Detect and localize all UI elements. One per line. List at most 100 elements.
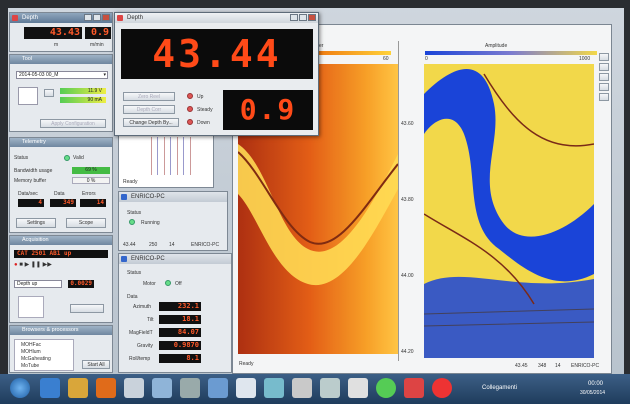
- taskbar-app-icon[interactable]: [404, 378, 424, 398]
- motor-value: Off: [175, 281, 182, 287]
- tray-date[interactable]: 30/05/2014: [580, 390, 605, 396]
- zero-reel-button[interactable]: Zero Reel: [123, 92, 175, 101]
- enrico-status-titlebar[interactable]: ENRICO-PC: [119, 192, 227, 202]
- tray-time[interactable]: 00:00: [588, 381, 603, 387]
- taskbar-app-icon[interactable]: [376, 378, 396, 398]
- depth-corr-button[interactable]: Depth Corr: [123, 105, 175, 114]
- azimuth-label: Azimuth: [133, 304, 152, 310]
- bandwidth-label: Bandwidth usage: [14, 168, 53, 174]
- motor-label: Motor: [143, 281, 156, 287]
- up-indicator: [187, 93, 193, 99]
- minimize-button[interactable]: [84, 14, 92, 21]
- taskbar-app-icon[interactable]: [292, 378, 312, 398]
- browser-item[interactable]: MoTube: [21, 363, 39, 369]
- change-depth-button[interactable]: Change Depth By...: [123, 118, 179, 127]
- zoom-in-icon[interactable]: [599, 53, 609, 61]
- maximize-button[interactable]: [299, 14, 307, 21]
- tool-select[interactable]: 2014-05-03 00_M ▾: [16, 71, 108, 79]
- taskbar-app-icon[interactable]: [432, 378, 452, 398]
- right-scale-max: 1000: [579, 56, 591, 62]
- browser-item[interactable]: MOHFac: [21, 342, 41, 348]
- taskbar-app-icon[interactable]: [264, 378, 284, 398]
- taskbar-app-icon[interactable]: [152, 378, 172, 398]
- col-header-datasec: Data/sec: [18, 191, 38, 197]
- close-button[interactable]: [102, 14, 110, 21]
- telemetry-status-led: [64, 155, 70, 161]
- taskbar-ie-icon[interactable]: [40, 378, 60, 398]
- tilt-value: 18.1: [159, 315, 201, 324]
- telemetry-settings-button[interactable]: Settings: [16, 218, 56, 228]
- sensor-data-title: ENRICO-PC: [131, 256, 165, 262]
- sensor-data-label: Data: [127, 294, 138, 300]
- sensor-data-titlebar[interactable]: ENRICO-PC: [119, 254, 231, 264]
- taskbar-media-icon[interactable]: [96, 378, 116, 398]
- enrico-status-label: Status: [127, 210, 142, 216]
- taskbar-app-icon[interactable]: [348, 378, 368, 398]
- enrico-footer-depth: 43.44: [123, 242, 136, 248]
- monitor-bezel-top: [0, 0, 630, 8]
- close-button[interactable]: [308, 14, 316, 21]
- depth-mini-titlebar[interactable]: Depth: [10, 13, 112, 23]
- export-icon[interactable]: [599, 93, 609, 101]
- tool-power-button[interactable]: [44, 89, 54, 97]
- screen: Depth 43.43 0.9 m m/min Tool 2014-05-03 …: [0, 0, 630, 404]
- enrico-footer-count: 250: [149, 242, 158, 248]
- telemetry-panel: Telemetry Status Valid Bandwidth usage 6…: [9, 137, 113, 233]
- browsers-title: Browsers & processors: [22, 327, 79, 333]
- stop-icon[interactable]: ■: [19, 262, 23, 268]
- plot-footer-count: 348: [538, 363, 547, 369]
- memory-bar: 0 %: [72, 177, 110, 184]
- memory-label: Memory buffer: [14, 178, 47, 184]
- browsers-start-all-button[interactable]: Start All: [82, 360, 110, 369]
- depth-window-titlebar[interactable]: Depth: [115, 13, 318, 23]
- taskbar-app-icon[interactable]: [124, 378, 144, 398]
- acquisition-mode-select[interactable]: Depth up: [14, 280, 62, 288]
- taskbar-explorer-icon[interactable]: [68, 378, 88, 398]
- plot-footer-errors: 14: [555, 363, 561, 369]
- plot-status: Ready: [239, 361, 254, 367]
- minimize-button[interactable]: [290, 14, 298, 21]
- acquisition-step-value: 0.0029: [68, 280, 94, 288]
- telemetry-scope-button[interactable]: Scope: [66, 218, 106, 228]
- telemetry-status-value: Valid: [73, 155, 84, 161]
- voltage-gauge: 11.9 V: [60, 88, 106, 94]
- apply-configuration-button[interactable]: Apply Configuration: [40, 119, 106, 128]
- acquisition-title: Acquisition: [22, 237, 49, 243]
- taskbar-app-icon[interactable]: [236, 378, 256, 398]
- skip-icon[interactable]: ▶▶: [43, 262, 52, 268]
- tool-section-header[interactable]: Tool: [10, 55, 112, 64]
- speed-display: 0.9: [223, 90, 313, 130]
- magfield-label: MagFieldT: [129, 330, 153, 336]
- depth-tick: 44.00: [401, 273, 414, 279]
- play-icon[interactable]: ▶: [25, 262, 30, 268]
- transport-controls: ● ■ ▶ ❚❚ ▶▶: [14, 261, 108, 269]
- language-indicator[interactable]: Collegamenti: [482, 385, 517, 391]
- pause-icon[interactable]: ❚❚: [31, 262, 41, 268]
- zero-reel-label: Zero Reel: [138, 94, 160, 100]
- zoom-out-icon[interactable]: [599, 63, 609, 71]
- pan-icon[interactable]: [599, 73, 609, 81]
- maximize-button[interactable]: [93, 14, 101, 21]
- settings-icon[interactable]: [599, 83, 609, 91]
- enrico-running-led: [129, 219, 135, 225]
- datasec-value: 4: [18, 199, 44, 207]
- depth-mini-panel: Depth 43.43 0.9 m m/min: [9, 12, 113, 52]
- memory-value: 0 %: [86, 178, 96, 184]
- telemetry-section-header[interactable]: Telemetry: [10, 138, 112, 147]
- enrico-running-value: Running: [141, 220, 160, 226]
- browsers-section-header[interactable]: Browsers & processors: [10, 326, 112, 335]
- start-button[interactable]: [10, 378, 30, 398]
- col-header-errors: Errors: [82, 191, 96, 197]
- taskbar-app-icon[interactable]: [320, 378, 340, 398]
- app-icon: [121, 256, 127, 262]
- browser-item[interactable]: MOHlum: [21, 349, 41, 355]
- acquisition-file-display: CAT 2501 AB1 up: [14, 250, 108, 258]
- record-icon[interactable]: ●: [14, 262, 18, 268]
- taskbar-app-icon[interactable]: [180, 378, 200, 398]
- depth-tick: 44.20: [401, 349, 414, 355]
- browser-item[interactable]: McGaheating: [21, 356, 51, 362]
- acquisition-go-button[interactable]: [70, 304, 104, 313]
- taskbar-app-icon[interactable]: [208, 378, 228, 398]
- acquisition-section-header[interactable]: Acquisition: [10, 236, 112, 245]
- tool-section-title: Tool: [22, 56, 33, 62]
